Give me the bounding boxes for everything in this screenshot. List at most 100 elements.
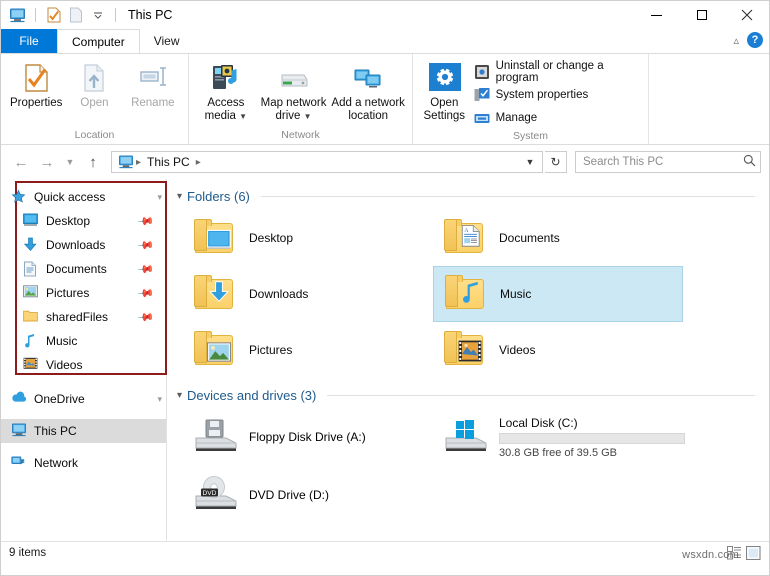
access-media-label: Access media ▼ — [195, 97, 257, 123]
sidebar-item-desktop[interactable]: Desktop 📌 — [1, 209, 166, 233]
tile-label-documents: Documents — [499, 231, 560, 245]
sidebar-item-quick-access[interactable]: Quick access ▾ — [1, 185, 166, 209]
this-pc-icon[interactable] — [9, 7, 26, 24]
folder-music-icon — [444, 273, 490, 315]
refresh-button[interactable]: ↻ — [545, 151, 567, 173]
open-button[interactable]: Open — [65, 58, 123, 110]
manage-button[interactable]: Manage — [470, 108, 642, 128]
pin-icon-sharedfiles[interactable]: 📌 — [137, 308, 156, 326]
forward-button[interactable]: → — [35, 150, 59, 174]
add-network-location-button[interactable]: Add a network location — [330, 58, 406, 123]
map-network-drive-label: Map network drive ▼ — [257, 97, 331, 123]
uninstall-program-button[interactable]: Uninstall or change a program — [470, 60, 642, 84]
status-bar: 9 items wsxdn.com — [1, 541, 769, 564]
chevron-down-icon-folders[interactable]: ▾ — [177, 191, 182, 202]
tab-computer[interactable]: Computer — [57, 29, 140, 53]
chevron-down-icon-devices[interactable]: ▾ — [177, 390, 182, 401]
chevron-down-icon[interactable] — [89, 7, 106, 24]
chevron-down-icon-onedrive[interactable]: ▾ — [157, 394, 162, 405]
map-network-drive-button[interactable]: Map network drive ▼ — [257, 58, 331, 123]
caret-down-icon: ▼ — [239, 112, 248, 121]
music-icon — [23, 333, 39, 349]
chevron-up-icon[interactable]: ▵ — [733, 34, 739, 47]
search-box[interactable]: Search This PC — [575, 151, 761, 173]
tile-pictures[interactable]: Pictures — [183, 322, 433, 378]
minimize-button[interactable] — [634, 1, 679, 29]
pin-icon-pictures[interactable]: 📌 — [137, 284, 156, 302]
floppy-drive-icon — [193, 416, 239, 458]
sidebar-item-sharedfiles[interactable]: sharedFiles 📌 — [1, 305, 166, 329]
open-settings-button[interactable]: Open Settings — [419, 58, 470, 123]
chevron-down-icon-quick-access[interactable]: ▾ — [157, 192, 162, 203]
group-header-devices[interactable]: ▾ Devices and drives (3) — [167, 384, 769, 407]
properties-icon[interactable] — [45, 7, 62, 24]
tile-local-disk-c[interactable]: Local Disk (C:) 30.8 GB free of 39.5 GB — [433, 409, 685, 465]
tile-downloads[interactable]: Downloads — [183, 266, 433, 322]
sidebar-item-pictures[interactable]: Pictures 📌 — [1, 281, 166, 305]
pin-icon-downloads[interactable]: 📌 — [137, 236, 156, 254]
help-icon[interactable]: ? — [747, 32, 763, 48]
tab-file[interactable]: File — [1, 29, 57, 53]
address-bar: ← → ▼ ↑ ▸ This PC ▸ ▼ ↻ Search This PC — [1, 145, 769, 179]
details-view-icon[interactable] — [727, 546, 742, 560]
breadcrumb-separator-2[interactable]: ▸ — [194, 157, 203, 168]
tile-floppy-drive[interactable]: Floppy Disk Drive (A:) — [183, 409, 433, 465]
search-input[interactable]: Search This PC — [583, 156, 743, 168]
ribbon-tabs: File Computer View — [1, 29, 769, 53]
new-folder-icon[interactable] — [67, 7, 84, 24]
tile-dvd-drive[interactable]: DVD DVD Drive (D:) — [183, 467, 433, 523]
sidebar-label-desktop: Desktop — [46, 214, 91, 228]
system-properties-button[interactable]: System properties — [470, 85, 642, 105]
breadcrumb-item-this-pc[interactable]: This PC — [143, 155, 194, 169]
pin-icon-documents[interactable]: 📌 — [137, 260, 156, 278]
onedrive-icon — [11, 391, 27, 407]
sidebar-item-music[interactable]: Music — [1, 329, 166, 353]
tab-view[interactable]: View — [140, 29, 194, 53]
sidebar-label-pictures: Pictures — [46, 286, 90, 300]
uninstall-icon — [474, 64, 490, 80]
large-icons-view-icon[interactable] — [745, 545, 761, 561]
sidebar-item-documents[interactable]: Documents 📌 — [1, 257, 166, 281]
breadcrumb-this-pc-icon[interactable] — [117, 154, 134, 171]
maximize-button[interactable] — [679, 1, 724, 29]
sidebar-label-sharedfiles: sharedFiles — [46, 310, 109, 324]
back-button[interactable]: ← — [9, 150, 33, 174]
drive-info-local-disk-c: Local Disk (C:) 30.8 GB free of 39.5 GB — [499, 416, 685, 459]
tile-desktop[interactable]: Desktop — [183, 210, 433, 266]
title-bar: This PC — [1, 1, 769, 29]
sidebar-item-this-pc[interactable]: This PC — [1, 419, 166, 443]
group-title-folders: Folders (6) — [187, 189, 250, 204]
manage-label: Manage — [495, 112, 538, 124]
item-count-label: 9 items — [9, 547, 47, 559]
sidebar-item-network[interactable]: Network — [1, 451, 166, 475]
manage-icon — [474, 110, 490, 126]
window-title: This PC — [128, 8, 173, 22]
sidebar-label-this-pc: This PC — [34, 424, 77, 438]
explorer-body: Quick access ▾ Desktop 📌 Downloads 📌 Doc… — [1, 179, 769, 541]
sidebar-item-onedrive[interactable]: OneDrive ▾ — [1, 387, 166, 411]
breadcrumb-bar[interactable]: ▸ This PC ▸ ▼ — [111, 151, 543, 173]
qat-separator — [35, 8, 36, 22]
tile-documents[interactable]: A Documents — [433, 210, 683, 266]
breadcrumb-separator-1[interactable]: ▸ — [134, 157, 143, 168]
rename-button[interactable]: Rename — [124, 58, 182, 110]
search-icon[interactable] — [743, 154, 756, 170]
recent-locations-button[interactable]: ▼ — [61, 150, 79, 174]
pin-icon-desktop[interactable]: 📌 — [137, 212, 156, 230]
tile-label-music: Music — [500, 287, 532, 301]
access-media-button[interactable]: Access media ▼ — [195, 58, 257, 123]
tile-music[interactable]: Music — [433, 266, 683, 322]
group-header-folders[interactable]: ▾ Folders (6) — [167, 185, 769, 208]
tile-videos[interactable]: Videos — [433, 322, 683, 378]
sidebar-label-onedrive: OneDrive — [34, 392, 85, 406]
up-button[interactable]: ↑ — [81, 150, 105, 174]
properties-button[interactable]: Properties — [7, 58, 65, 110]
close-button[interactable] — [724, 1, 769, 29]
sidebar-item-downloads[interactable]: Downloads 📌 — [1, 233, 166, 257]
sidebar-item-videos[interactable]: Videos — [1, 353, 166, 377]
view-mode-buttons — [727, 545, 761, 561]
navigation-pane: Quick access ▾ Desktop 📌 Downloads 📌 Doc… — [1, 179, 167, 541]
breadcrumb-dropdown-button[interactable]: ▼ — [520, 152, 540, 172]
ribbon-empty-area — [649, 54, 769, 144]
content-pane[interactable]: ▾ Folders (6) Desktop A Documents Downlo… — [167, 179, 769, 541]
